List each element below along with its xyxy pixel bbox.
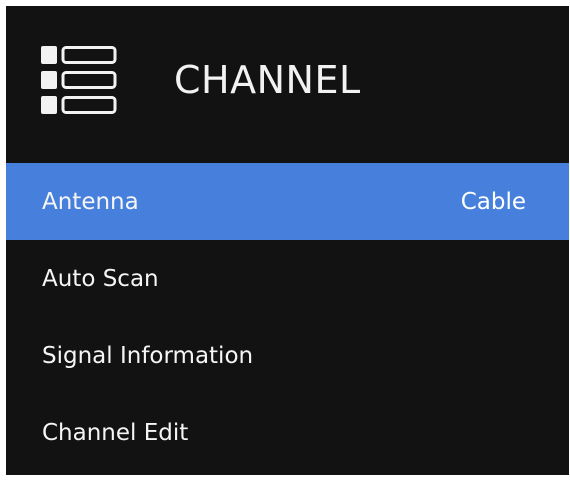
menu-item-label: Signal Information <box>42 342 254 369</box>
menu-item-antenna[interactable]: Antenna Cable <box>6 163 569 240</box>
channel-menu-panel: CHANNEL Antenna Cable Auto Scan Signal I… <box>6 6 569 475</box>
menu-item-auto-scan[interactable]: Auto Scan <box>6 240 569 317</box>
menu-item-signal-information[interactable]: Signal Information <box>6 317 569 394</box>
channel-menu-list: Antenna Cable Auto Scan Signal Informati… <box>6 163 569 471</box>
channel-list-icon <box>41 46 117 114</box>
antenna-value: Cable <box>460 188 526 215</box>
menu-item-label: Antenna <box>42 188 139 215</box>
menu-item-label: Auto Scan <box>42 265 159 292</box>
menu-item-channel-edit[interactable]: Channel Edit <box>6 394 569 471</box>
menu-item-label: Channel Edit <box>42 419 189 446</box>
menu-header: CHANNEL <box>6 6 569 163</box>
page-title: CHANNEL <box>174 58 361 102</box>
